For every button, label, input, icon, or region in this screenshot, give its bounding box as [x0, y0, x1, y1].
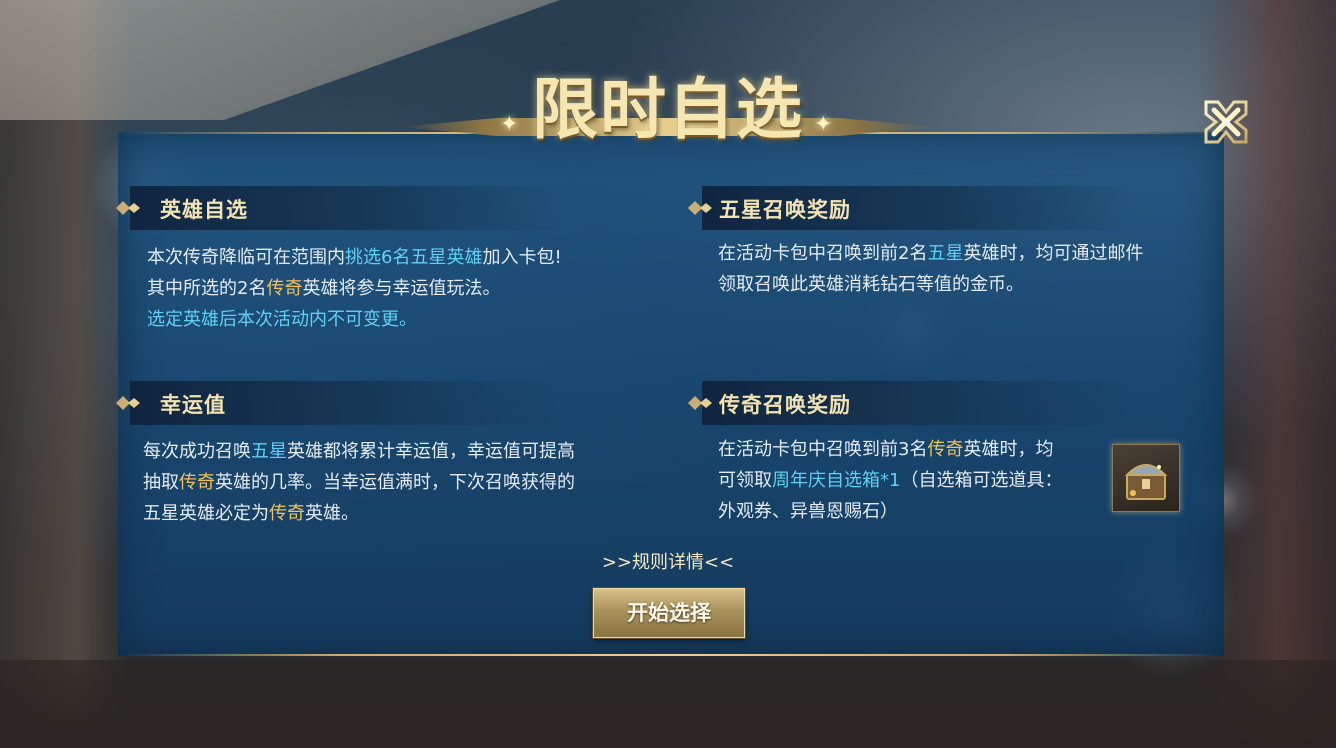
section-header-hero-select: 英雄自选 — [116, 186, 560, 230]
text: 在活动卡包中召唤到前2名 — [718, 243, 928, 264]
section-header-legend-reward: 传奇召唤奖励 — [688, 381, 1132, 425]
text: 本次传奇降临可在范围内 — [147, 247, 345, 268]
dialog-title: 限时自选 — [532, 70, 804, 148]
section-body-legend-reward: 在活动卡包中召唤到前3名传奇英雄时，均 可领取周年庆自选箱*1（自选箱可选道具：… — [718, 434, 1108, 527]
diamond-ornament-icon — [688, 396, 712, 410]
start-select-button[interactable]: 开始选择 — [593, 588, 745, 638]
panel-bottom-border — [118, 654, 1224, 656]
rules-detail-link[interactable]: >>规则详情<< — [568, 548, 768, 574]
highlight-text: 挑选6名五星英雄 — [345, 247, 483, 268]
text: 英雄时，均可通过邮件 — [963, 243, 1144, 264]
section-title: 传奇召唤奖励 — [719, 392, 851, 417]
text: 英雄将参与幸运值玩法。 — [302, 278, 501, 299]
sparkle-icon: ✦ — [814, 112, 833, 137]
text: 五星英雄必定为 — [143, 503, 269, 524]
close-button[interactable] — [1198, 94, 1254, 150]
text: （自选箱可选道具： — [900, 470, 1063, 491]
treasure-chest-icon — [1124, 464, 1168, 500]
diamond-ornament-icon — [688, 201, 712, 215]
highlight-text: 传奇 — [179, 472, 215, 493]
diamond-ornament-icon — [116, 396, 140, 410]
section-body-five-star-reward: 在活动卡包中召唤到前2名五星英雄时，均可通过邮件 领取召唤此英雄消耗钻石等值的金… — [718, 238, 1218, 300]
text: 英雄都将累计幸运值，幸运值可提高 — [287, 441, 575, 462]
start-select-button-label: 开始选择 — [627, 600, 711, 625]
section-title: 幸运值 — [160, 392, 226, 417]
dialog-title-banner: 限时自选 ✦ ✦ — [400, 52, 936, 154]
section-body-luck-value: 每次成功召唤五星英雄都将累计幸运值，幸运值可提高 抽取传奇英雄的几率。当幸运值满… — [143, 436, 663, 529]
section-title: 英雄自选 — [160, 197, 248, 222]
highlight-text: 选定英雄后本次活动内不可变更。 — [147, 309, 417, 330]
reward-item-slot[interactable] — [1112, 444, 1180, 512]
text: 每次成功召唤 — [143, 441, 251, 462]
text: 可领取 — [718, 470, 772, 491]
highlight-text: 周年庆自选箱*1 — [772, 470, 901, 491]
highlight-text: 五星 — [251, 441, 287, 462]
highlight-text: 传奇 — [266, 278, 303, 299]
text: 英雄时，均 — [963, 439, 1054, 460]
sparkle-icon: ✦ — [500, 112, 519, 137]
text: 在活动卡包中召唤到前3名 — [718, 439, 928, 460]
diamond-ornament-icon — [116, 201, 140, 215]
text: 其中所选的2名 — [147, 278, 267, 299]
background-deck — [0, 660, 1336, 748]
text: 抽取 — [143, 472, 179, 493]
text: 英雄的几率。当幸运值满时，下次召唤获得的 — [215, 472, 575, 493]
text: 领取召唤此英雄消耗钻石等值的金币。 — [718, 274, 1024, 295]
highlight-text: 五星 — [927, 243, 964, 264]
text: 英雄。 — [305, 503, 359, 524]
section-header-luck-value: 幸运值 — [116, 381, 560, 425]
section-header-five-star-reward: 五星召唤奖励 — [688, 186, 1132, 230]
highlight-text: 传奇 — [927, 439, 964, 460]
section-body-hero-select: 本次传奇降临可在范围内挑选6名五星英雄加入卡包! 其中所选的2名传奇英雄将参与幸… — [147, 242, 647, 335]
highlight-text: 传奇 — [269, 503, 305, 524]
text: 外观券、异兽恩赐石） — [718, 501, 898, 522]
close-x-icon — [1204, 100, 1248, 144]
section-title: 五星召唤奖励 — [719, 197, 851, 222]
text: 加入卡包! — [482, 247, 562, 268]
